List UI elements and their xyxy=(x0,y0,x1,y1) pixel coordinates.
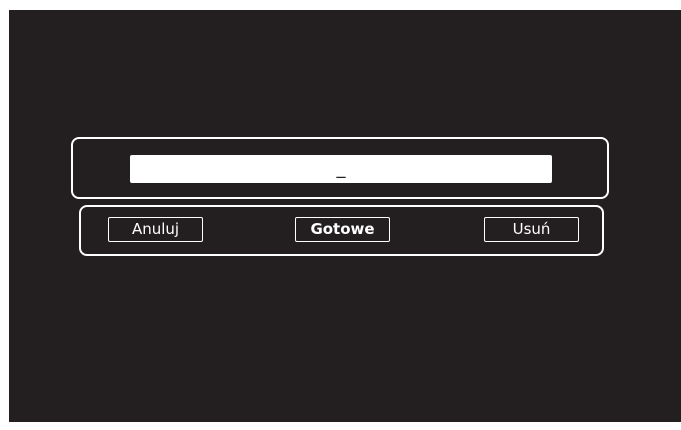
cancel-button[interactable]: Anuluj xyxy=(108,217,203,242)
done-button[interactable]: Gotowe xyxy=(295,217,390,242)
text-input-field[interactable]: _ xyxy=(130,155,552,183)
delete-button[interactable]: Usuń xyxy=(484,217,579,242)
